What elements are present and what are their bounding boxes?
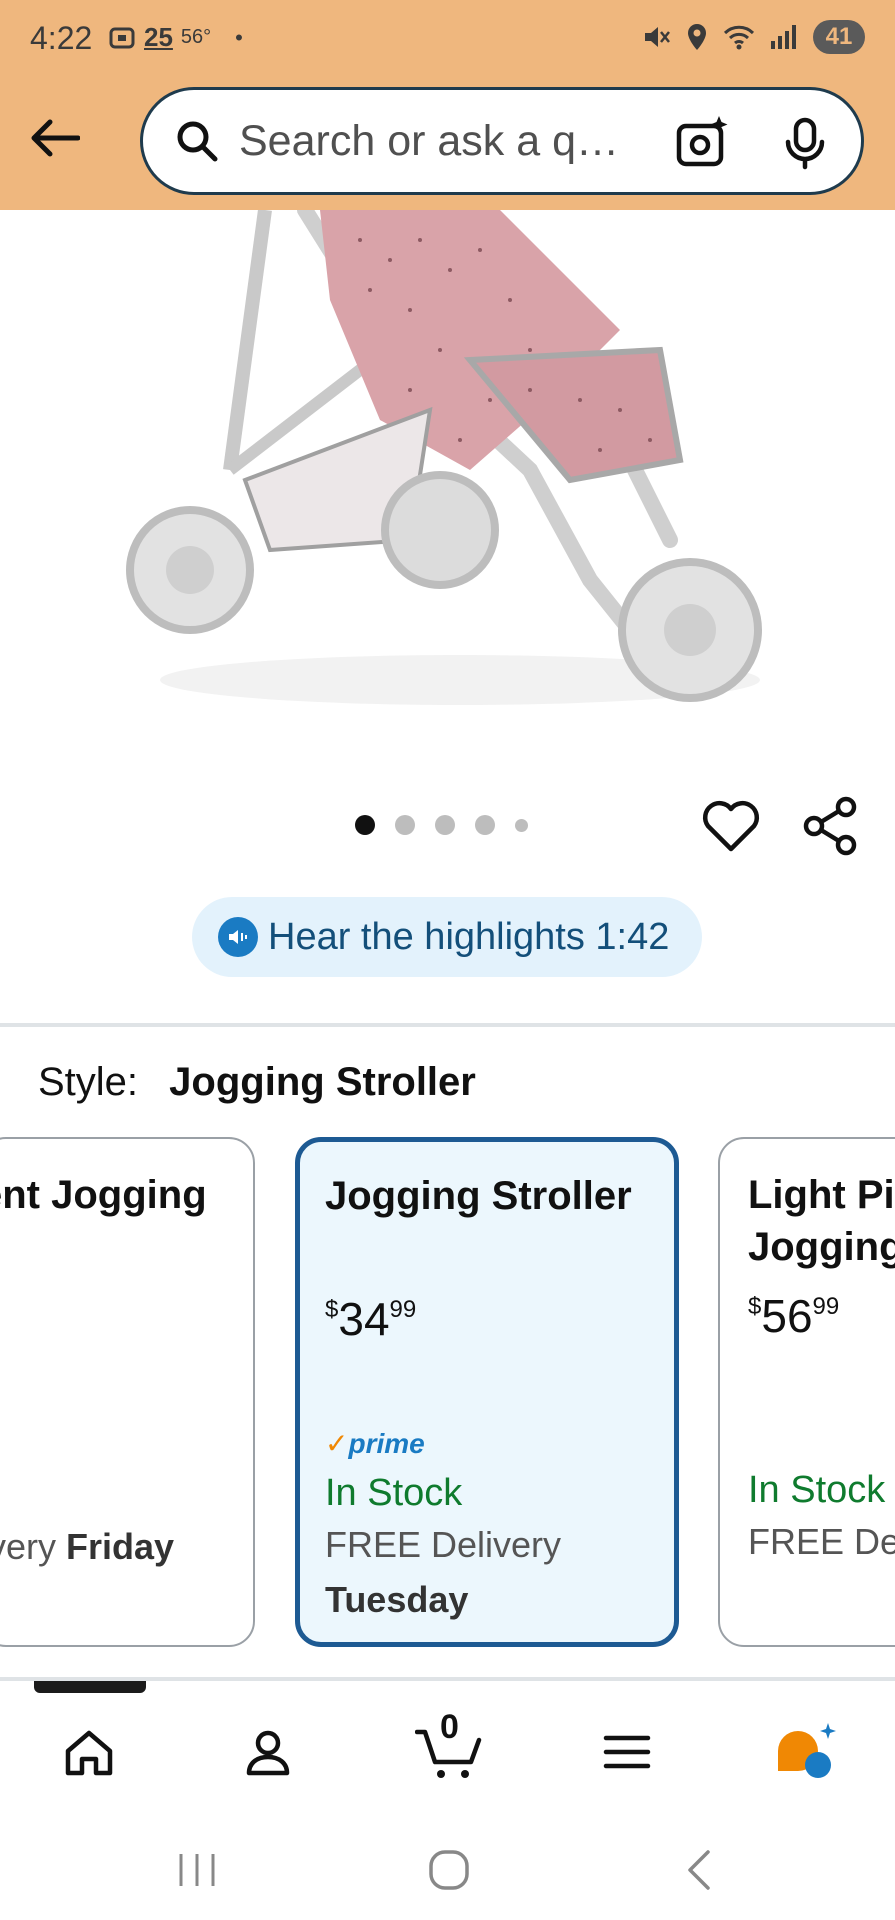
- recent-apps-button[interactable]: [162, 1840, 232, 1900]
- carousel-dot-2[interactable]: [395, 815, 415, 835]
- microphone-icon[interactable]: [775, 112, 835, 172]
- carousel-dots[interactable]: [355, 815, 528, 835]
- arrow-left-icon: [31, 119, 80, 157]
- nav-menu[interactable]: [587, 1712, 667, 1792]
- status-left-icons: 25 56° •: [108, 22, 243, 53]
- product-image[interactable]: [110, 210, 780, 730]
- hear-highlights-button[interactable]: Hear the highlights 1:42: [192, 897, 702, 977]
- temperature: 56°: [180, 26, 212, 48]
- nav-home[interactable]: [49, 1712, 129, 1792]
- wifi-icon: [723, 25, 755, 50]
- style-row: Style: Jogging Stroller: [38, 1060, 476, 1105]
- chevron-left-icon: [688, 1850, 710, 1890]
- delivery-text: FREE Del: [748, 1521, 895, 1562]
- style-option-price: $3499: [325, 1292, 416, 1346]
- nav-account[interactable]: [228, 1712, 308, 1792]
- home-circle-icon: [429, 1850, 469, 1890]
- notification-dot-icon: •: [235, 24, 243, 50]
- carousel-dot-3[interactable]: [435, 815, 455, 835]
- signal-icon: [771, 25, 796, 49]
- style-option-title-line-1: Light Pi: [748, 1173, 895, 1217]
- price-currency: $: [325, 1295, 339, 1323]
- style-selected-value: Jogging Stroller: [169, 1060, 476, 1104]
- carousel-dot-5[interactable]: [515, 818, 528, 832]
- carousel-dot-1[interactable]: [355, 815, 375, 835]
- home-system-button[interactable]: [414, 1840, 484, 1900]
- style-option-card-1[interactable]: ent Jogging ivery Friday: [0, 1137, 255, 1647]
- search-icon: [177, 121, 218, 162]
- system-nav-bar: [0, 1820, 895, 1920]
- cart-count: 0: [440, 1708, 459, 1746]
- status-bar: 4:22 25 56° • 41: [0, 0, 895, 80]
- section-divider: [0, 1023, 895, 1027]
- delivery-day: Tuesday: [325, 1579, 469, 1620]
- location-icon: [688, 24, 706, 50]
- rufus-ai-icon: [778, 1723, 836, 1778]
- price-currency: $: [748, 1292, 762, 1320]
- nav-cart[interactable]: 0: [410, 1708, 490, 1792]
- header: 4:22 25 56° • 41: [0, 0, 895, 210]
- screenshot-icon: [109, 27, 135, 48]
- home-icon: [65, 1730, 113, 1776]
- menu-icon: [603, 1735, 651, 1769]
- account-icon: [246, 1730, 290, 1776]
- back-button[interactable]: [22, 106, 86, 170]
- prime-label: prime: [348, 1428, 425, 1459]
- mute-icon: [645, 27, 670, 47]
- status-right-icons: 41: [641, 20, 865, 54]
- status-time: 4:22: [30, 20, 93, 56]
- stock-status: In Stock: [748, 1469, 886, 1511]
- nav-rufus[interactable]: [766, 1712, 846, 1792]
- style-option-title: Jogging Stroller: [325, 1174, 632, 1218]
- style-option-price: $5699: [748, 1289, 839, 1343]
- carousel-dot-4[interactable]: [475, 815, 495, 835]
- search-input[interactable]: [239, 116, 639, 166]
- delivery-text: FREE Delivery: [325, 1524, 562, 1565]
- price-whole: 34: [338, 1293, 390, 1345]
- delivery-text: ivery: [0, 1526, 57, 1567]
- bottom-nav: 0: [0, 1700, 895, 1820]
- style-label: Style:: [38, 1060, 139, 1104]
- stock-status: In Stock: [325, 1472, 463, 1514]
- style-option-title-line-2: Jogging: [748, 1225, 895, 1269]
- back-system-button[interactable]: [664, 1840, 734, 1900]
- app-root: 4:22 25 56° • 41 Search or ask a q… Hear…: [0, 0, 895, 1920]
- hear-highlights-label: Hear the highlights 1:42: [268, 915, 670, 958]
- recent-apps-icon: [179, 1854, 215, 1886]
- audio-play-icon: [218, 917, 258, 957]
- search-box[interactable]: [140, 87, 864, 195]
- active-tab-indicator: [34, 1681, 146, 1693]
- prime-check-icon: ✓: [325, 1428, 349, 1459]
- share-icon[interactable]: [800, 795, 862, 857]
- heart-icon[interactable]: [700, 795, 762, 857]
- style-option-card-3[interactable]: Light Pi Jogging $5699 In Stock FREE Del: [718, 1137, 895, 1647]
- price-fraction: 99: [389, 1295, 417, 1323]
- camera-search-icon[interactable]: [675, 114, 731, 170]
- delivery-info: ivery Friday: [0, 1519, 174, 1575]
- prime-badge: ✓prime: [325, 1427, 425, 1460]
- delivery-day: Friday: [66, 1526, 175, 1567]
- news-25-icon: 25: [144, 22, 173, 52]
- price-whole: 56: [761, 1290, 813, 1342]
- price-fraction: 99: [812, 1292, 840, 1320]
- style-option-card-2[interactable]: Jogging Stroller $3499 ✓prime In Stock F…: [295, 1137, 679, 1647]
- style-option-title: ent Jogging: [0, 1173, 207, 1217]
- battery-indicator: 41: [813, 20, 865, 54]
